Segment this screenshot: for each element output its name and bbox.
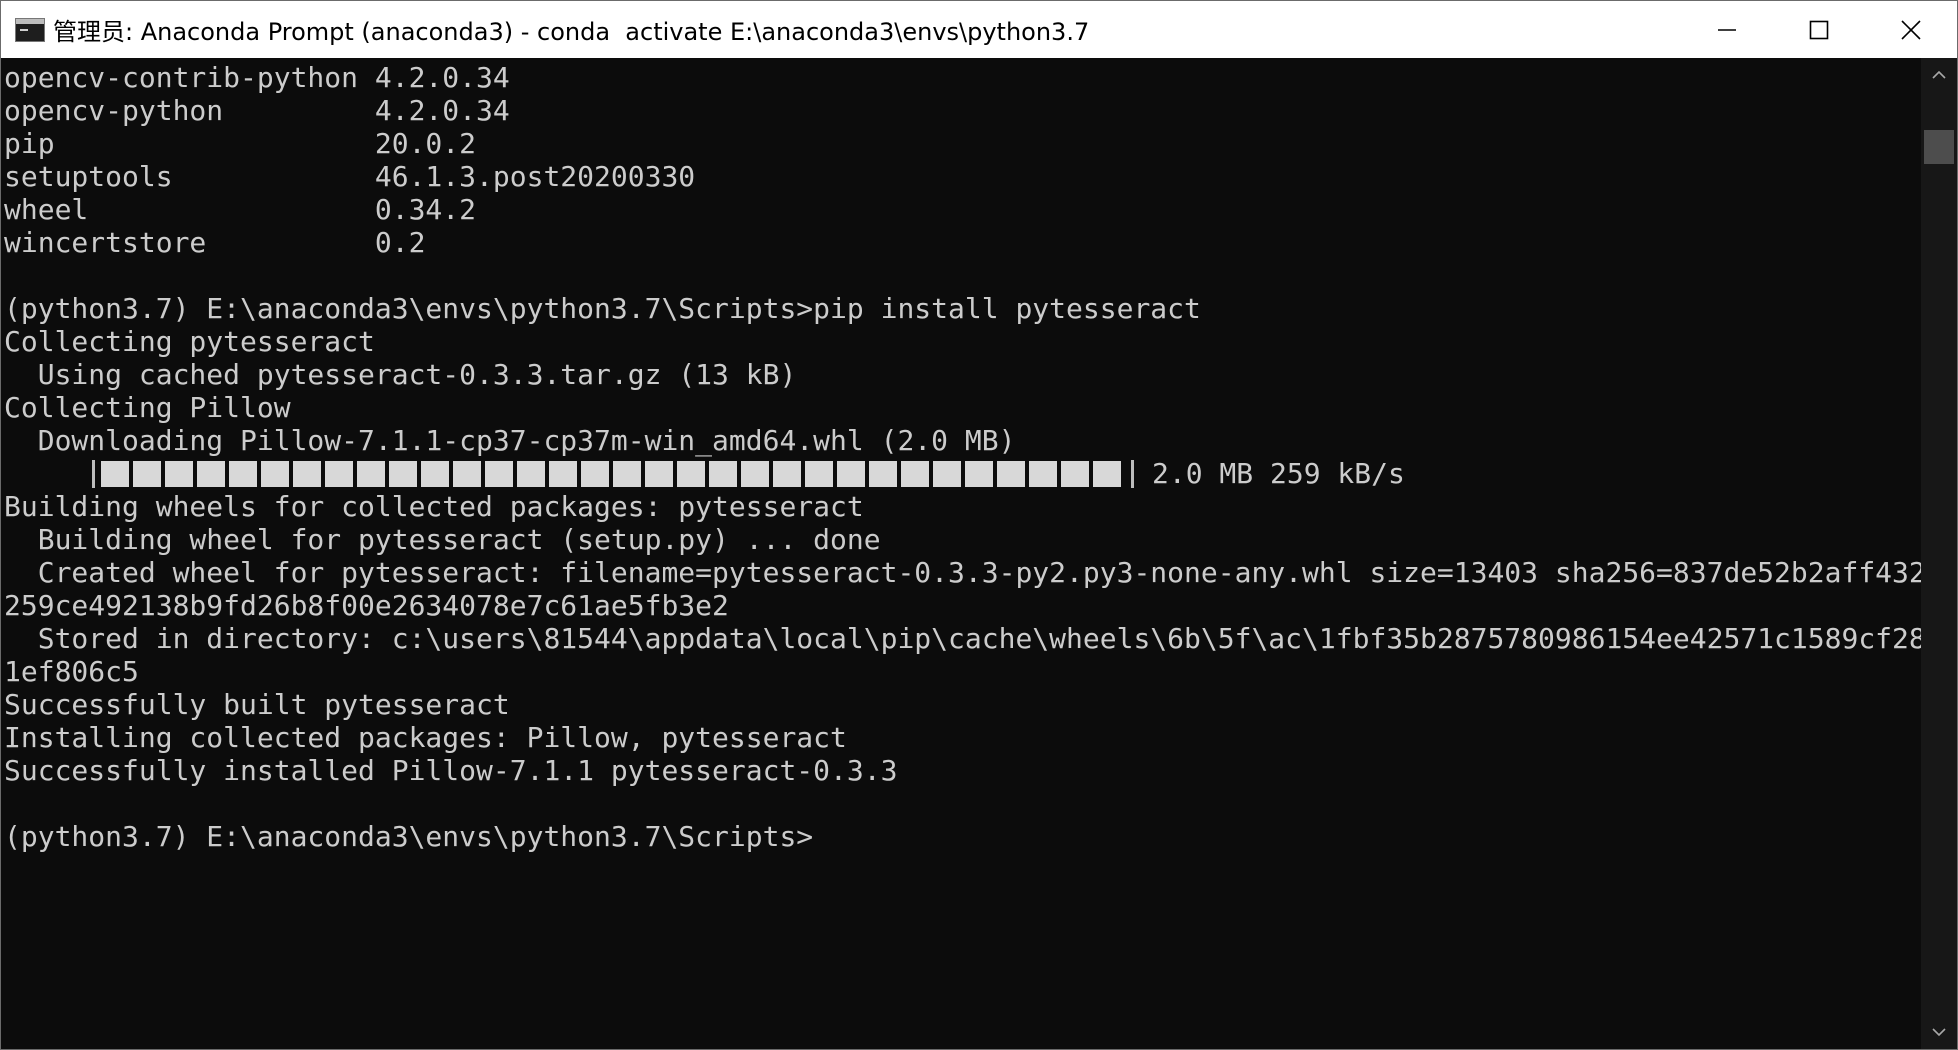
progress-block (229, 460, 257, 487)
download-progress-line: 2.0 MB 259 kB/s (4, 457, 1921, 490)
progress-block (933, 460, 961, 487)
scroll-up-arrow-icon (1932, 70, 1946, 79)
maximize-button[interactable] (1773, 1, 1865, 58)
progress-block (165, 460, 193, 487)
progress-block (581, 460, 609, 487)
progress-block (645, 460, 673, 487)
progress-block (357, 460, 385, 487)
progress-block (101, 460, 129, 487)
progress-block (709, 460, 737, 487)
scroll-down-button[interactable] (1921, 1015, 1957, 1049)
console-output[interactable]: opencv-contrib-python 4.2.0.34 opencv-py… (1, 58, 1921, 1049)
console-line: wincertstore 0.2 (4, 226, 426, 259)
progress-bar-right-edge (1131, 459, 1134, 488)
progress-block (901, 460, 929, 487)
progress-block (677, 460, 705, 487)
console-line: opencv-contrib-python 4.2.0.34 (4, 61, 510, 94)
progress-block (485, 460, 513, 487)
console-line: (python3.7) E:\anaconda3\envs\python3.7\… (4, 292, 1201, 325)
progress-block (1061, 460, 1089, 487)
console-line: Stored in directory: c:\users\81544\appd… (4, 622, 1921, 655)
progress-block (965, 460, 993, 487)
console-line: Building wheels for collected packages: … (4, 490, 864, 523)
console-line: Installing collected packages: Pillow, p… (4, 721, 847, 754)
scroll-down-arrow-icon (1932, 1028, 1946, 1037)
command-prompt[interactable]: (python3.7) E:\anaconda3\envs\python3.7\… (4, 820, 1921, 853)
console-line: 259ce492138b9fd26b8f00e2634078e7c61ae5fb… (4, 589, 729, 622)
progress-block (293, 460, 321, 487)
console-line: Successfully installed Pillow-7.1.1 pyte… (4, 754, 898, 787)
progress-block (773, 460, 801, 487)
progress-block (133, 460, 161, 487)
progress-block (741, 460, 769, 487)
progress-bar-left-edge (92, 459, 95, 488)
console-app-icon[interactable] (15, 17, 45, 42)
console-line: Collecting pytesseract (4, 325, 375, 358)
close-button[interactable] (1865, 1, 1957, 58)
console-line: Using cached pytesseract-0.3.3.tar.gz (1… (4, 358, 797, 391)
window-title: 管理员: Anaconda Prompt (anaconda3) - conda… (53, 18, 1090, 46)
window-controls (1681, 1, 1957, 58)
progress-block (421, 460, 449, 487)
progress-block (869, 460, 897, 487)
progress-block (389, 460, 417, 487)
download-progress-stats: 2.0 MB 259 kB/s (1152, 457, 1405, 490)
console-line: Building wheel for pytesseract (setup.py… (4, 523, 881, 556)
console-line: wheel 0.34.2 (4, 193, 477, 226)
minimize-icon (1718, 28, 1736, 31)
scroll-up-button[interactable] (1921, 58, 1957, 92)
maximize-icon (1809, 20, 1829, 39)
progress-block (613, 460, 641, 487)
progress-block (453, 460, 481, 487)
console-line: Downloading Pillow-7.1.1-cp37-cp37m-win_… (4, 424, 1016, 457)
console-window: 管理员: Anaconda Prompt (anaconda3) - conda… (0, 0, 1958, 1050)
progress-block (805, 460, 833, 487)
progress-block (261, 460, 289, 487)
console-line: pip 20.0.2 (4, 127, 477, 160)
progress-block (549, 460, 577, 487)
progress-block (325, 460, 353, 487)
console-line: opencv-python 4.2.0.34 (4, 94, 510, 127)
console-line: 1ef806c5 (4, 655, 139, 688)
scrollbar-thumb[interactable] (1924, 130, 1954, 164)
console-line: Created wheel for pytesseract: filename=… (4, 556, 1921, 589)
download-progress-bar (101, 457, 1125, 490)
console-line: setuptools 46.1.3.post20200330 (4, 160, 696, 193)
vertical-scrollbar[interactable] (1921, 58, 1957, 1049)
progress-block (997, 460, 1025, 487)
console-line: Successfully built pytesseract (4, 688, 510, 721)
console-lines: opencv-contrib-python 4.2.0.34 opencv-py… (4, 61, 1921, 853)
progress-block (1093, 460, 1121, 487)
progress-block (837, 460, 865, 487)
progress-block (1029, 460, 1057, 487)
title-bar[interactable]: 管理员: Anaconda Prompt (anaconda3) - conda… (1, 1, 1957, 58)
progress-block (517, 460, 545, 487)
progress-block (197, 460, 225, 487)
console-line: Collecting Pillow (4, 391, 291, 424)
close-icon (1901, 19, 1921, 40)
minimize-button[interactable] (1681, 1, 1773, 58)
